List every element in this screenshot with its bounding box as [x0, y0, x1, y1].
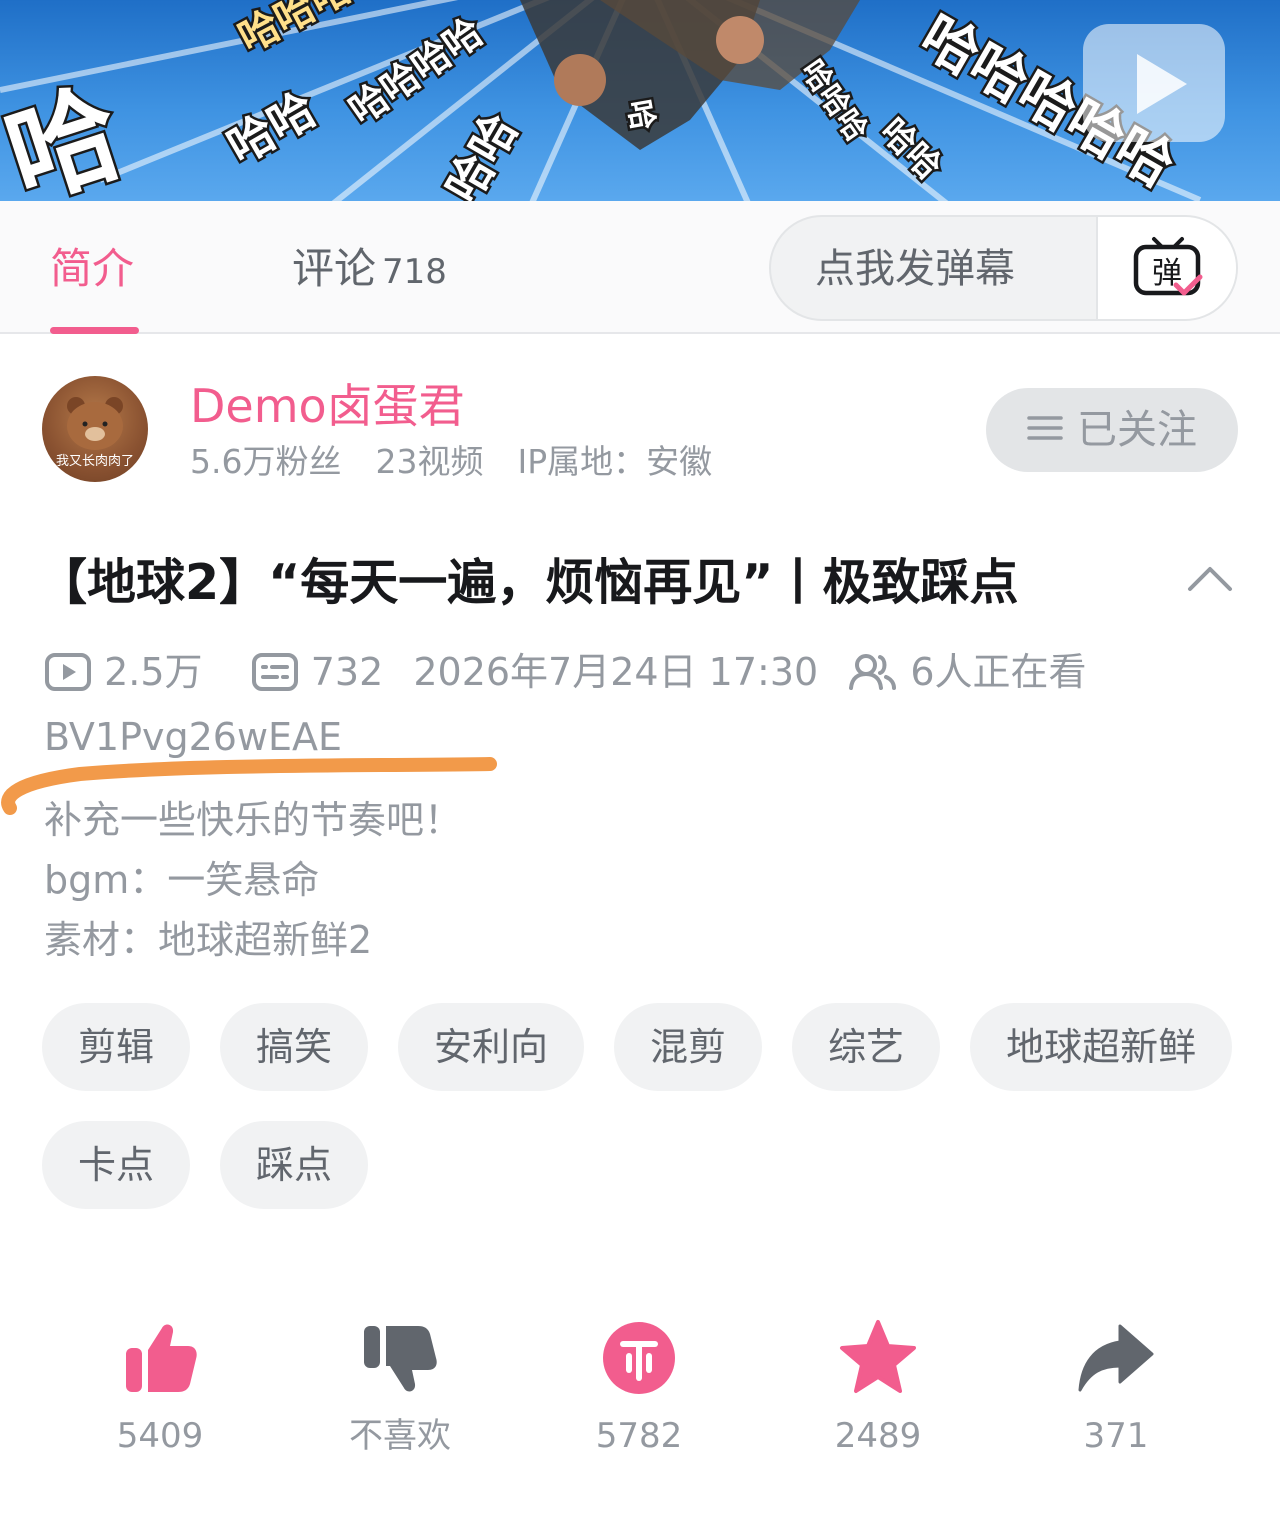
tab-intro[interactable]: 简介 — [50, 241, 134, 297]
follow-button[interactable]: 已关注 — [986, 388, 1238, 472]
tag[interactable]: 踩点 — [220, 1121, 369, 1209]
star-icon — [840, 1320, 916, 1393]
active-tab-indicator — [50, 327, 139, 334]
uploader-avatar[interactable]: 我又长肉肉了 — [42, 376, 148, 482]
overlay-text: 哈哈哈 — [794, 54, 874, 148]
coin-button[interactable]: 5782 — [539, 1318, 739, 1458]
watching-users-icon — [849, 653, 897, 690]
overlay-text: 哈哈哈 — [231, 0, 359, 62]
tag[interactable]: 混剪 — [614, 1003, 763, 1091]
video-stats: 2.5万 732 2026年7月24日 17:30 6人正在看 — [44, 646, 1087, 698]
ip-location: IP属地：安徽 — [517, 442, 713, 481]
tab-intro-label: 简介 — [50, 244, 135, 293]
fans-count: 5.6万粉丝 — [190, 442, 342, 481]
like-count: 5409 — [116, 1416, 204, 1456]
tag[interactable]: 卡点 — [42, 1121, 191, 1209]
play-count-icon — [45, 652, 91, 691]
tag[interactable]: 剪辑 — [42, 1003, 191, 1091]
follow-label: 已关注 — [1077, 407, 1197, 453]
overlay-text: 哈 — [621, 97, 661, 133]
video-description: 补充一些快乐的节奏吧！ bgm：一笑悬命 素材：地球超新鲜2 — [44, 798, 463, 962]
favorite-button[interactable]: 2489 — [778, 1318, 978, 1458]
tag[interactable]: 地球超新鲜 — [970, 1003, 1233, 1091]
tag[interactable]: 搞笑 — [220, 1003, 369, 1091]
chevron-up-icon[interactable] — [1186, 563, 1234, 593]
dislike-label: 不喜欢 — [349, 1416, 451, 1456]
thumbs-up-icon — [126, 1324, 197, 1392]
share-button[interactable]: 371 — [1016, 1318, 1216, 1458]
uploader-meta: 5.6万粉丝 23视频 IP属地：安徽 — [190, 440, 746, 484]
danmaku-settings-button[interactable]: 弹 — [1096, 217, 1236, 319]
uploader-name[interactable]: Demo卤蛋君 — [190, 378, 465, 434]
tag[interactable]: 综艺 — [792, 1003, 941, 1091]
video-player[interactable]: 哈 哈哈 哈哈哈 哈哈哈哈 哈哈 哈 哈哈哈 哈哈 哈哈哈哈哈 — [0, 0, 1280, 201]
dislike-button[interactable]: 不喜欢 — [300, 1318, 500, 1458]
share-count: 371 — [1083, 1416, 1149, 1456]
like-button[interactable]: 5409 — [60, 1318, 260, 1458]
overlay-text: 哈哈 — [435, 105, 528, 201]
video-count: 23视频 — [375, 442, 484, 481]
overlay-text: 哈哈 — [872, 111, 948, 187]
action-bar: 5409 不喜欢 5782 2489 371 — [0, 1318, 1280, 1468]
coin-icon — [603, 1322, 675, 1394]
share-arrow-icon — [1078, 1324, 1154, 1392]
coin-count: 5782 — [595, 1416, 683, 1456]
publish-time: 2026年7月24日 17:30 — [413, 650, 819, 694]
tab-comments[interactable]: 评论 718 — [292, 241, 447, 300]
danmaku-count: 732 — [310, 650, 384, 694]
video-title: 【地球2】“每天一遍，烦恼再见”丨极致踩点 — [38, 554, 1019, 611]
danmaku-count-icon — [251, 652, 298, 691]
danmaku-input-bar[interactable]: 点我发弹幕 弹 — [769, 215, 1238, 321]
tab-bar: 简介 评论 718 点我发弹幕 弹 — [0, 201, 1280, 334]
thumbs-down-icon — [364, 1326, 437, 1392]
tab-comments-label: 评论 — [292, 244, 377, 293]
avatar-caption: 我又长肉肉了 — [55, 454, 134, 469]
play-watermark-icon — [1083, 24, 1225, 142]
tag-list: 剪辑 搞笑 安利向 混剪 综艺 地球超新鲜 卡点 踩点 — [42, 1003, 1242, 1209]
danmaku-tv-icon: 弹 — [1133, 237, 1203, 296]
favorite-count: 2489 — [834, 1416, 922, 1456]
comment-count: 718 — [382, 252, 447, 292]
danmaku-input[interactable]: 点我发弹幕 — [815, 241, 1015, 297]
menu-icon — [1027, 416, 1063, 440]
watching-now: 6人正在看 — [910, 650, 1087, 694]
view-count: 2.5万 — [104, 650, 203, 694]
tag[interactable]: 安利向 — [398, 1003, 585, 1091]
